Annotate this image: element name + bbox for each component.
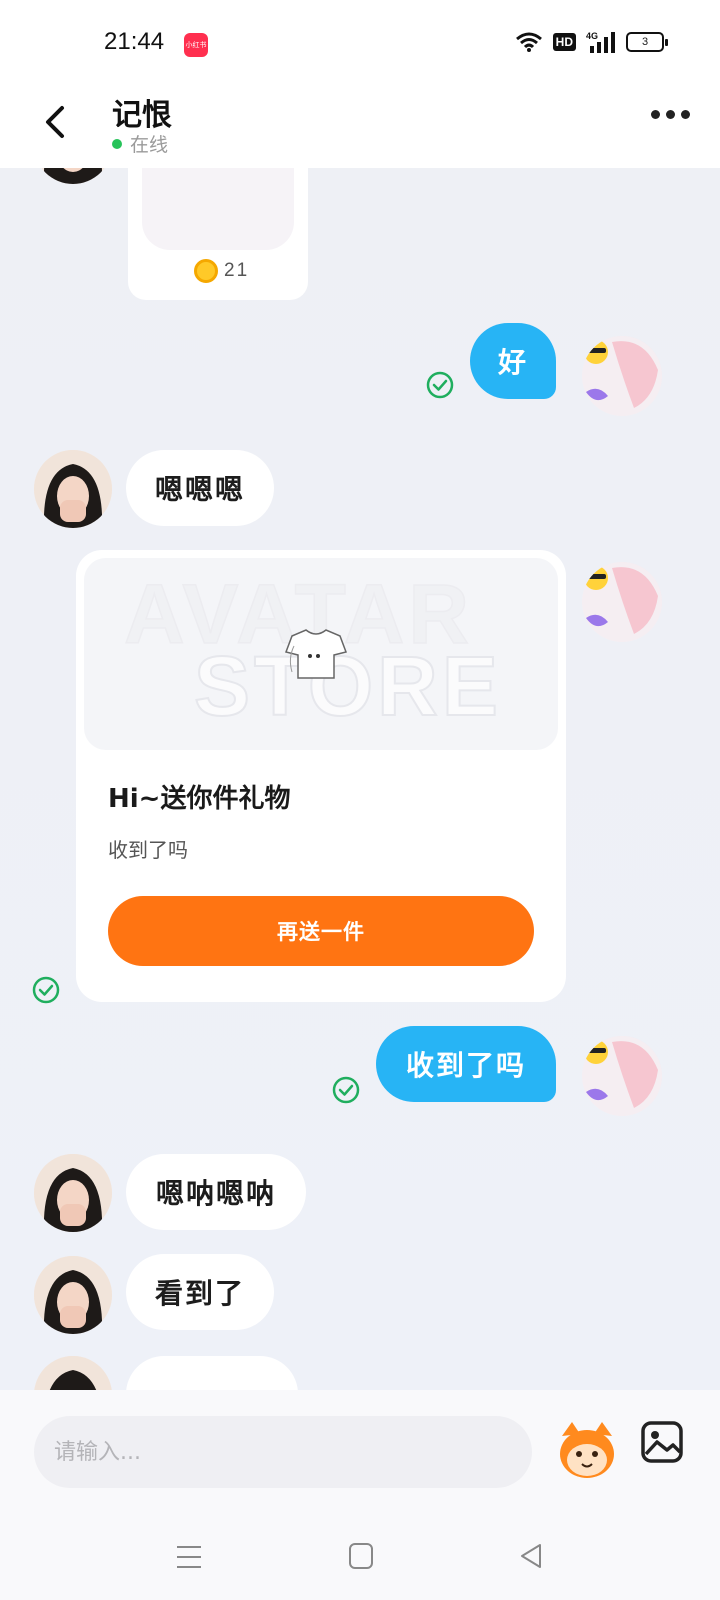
image-icon bbox=[641, 1421, 683, 1463]
friend-avatar[interactable] bbox=[34, 1356, 112, 1390]
send-another-gift-button[interactable]: 再送一件 bbox=[108, 896, 534, 966]
message-bubble-incoming[interactable] bbox=[126, 1356, 298, 1390]
friend-avatar[interactable] bbox=[34, 1256, 112, 1334]
friend-avatar[interactable] bbox=[34, 450, 112, 528]
tshirt-icon bbox=[285, 629, 347, 679]
message-bubble-outgoing[interactable]: 收到了吗 bbox=[376, 1026, 556, 1102]
message-input-bar bbox=[0, 1390, 720, 1520]
wifi-icon bbox=[515, 31, 543, 53]
status-indicators: HD 4G 3 bbox=[515, 30, 668, 54]
chat-header: 记恨 在线 bbox=[0, 88, 720, 168]
read-check-icon bbox=[332, 1076, 360, 1104]
nav-home-button[interactable] bbox=[348, 1542, 374, 1574]
signal-icon: 4G bbox=[586, 30, 616, 54]
message-bubble-incoming[interactable]: 看到了 bbox=[126, 1254, 274, 1330]
friend-avatar[interactable] bbox=[34, 168, 112, 184]
chat-title: 记恨 bbox=[112, 98, 172, 133]
chat-message-list[interactable]: 21 好 嗯嗯嗯 AVATAR STORE Hi~送你件礼物 收到了吗 再送一件… bbox=[0, 168, 720, 1390]
more-dot-icon bbox=[651, 110, 660, 119]
back-triangle-icon bbox=[521, 1544, 541, 1568]
more-options-button[interactable] bbox=[651, 110, 690, 119]
battery-icon: 3 bbox=[626, 32, 668, 52]
gift-title: Hi~送你件礼物 bbox=[108, 784, 291, 814]
status-time: 21:44 bbox=[104, 28, 165, 55]
hd-badge: HD bbox=[552, 33, 576, 51]
gift-banner: AVATAR STORE bbox=[84, 558, 558, 750]
gift-thumbnail bbox=[142, 168, 294, 250]
status-bar: 21:44 小红书 HD 4G 3 bbox=[0, 0, 720, 88]
coin-icon bbox=[194, 259, 218, 283]
coin-value: 21 bbox=[224, 260, 250, 281]
emoji-mascot-button[interactable] bbox=[554, 1418, 620, 1484]
online-status-text: 在线 bbox=[130, 134, 169, 156]
more-dot-icon bbox=[666, 110, 675, 119]
tshirt-icon bbox=[142, 168, 294, 250]
message-input[interactable] bbox=[34, 1416, 532, 1488]
gift-sticker-card[interactable]: 21 bbox=[128, 168, 308, 300]
menu-icon bbox=[177, 1546, 201, 1568]
read-check-icon bbox=[426, 371, 454, 399]
nav-back-button[interactable] bbox=[518, 1542, 544, 1574]
gift-subtitle: 收到了吗 bbox=[108, 838, 188, 862]
chevron-left-icon bbox=[46, 106, 64, 138]
svg-text:4G: 4G bbox=[586, 31, 598, 41]
mascot-icon bbox=[560, 1422, 614, 1478]
friend-avatar[interactable] bbox=[34, 1154, 112, 1232]
gift-message-card[interactable]: AVATAR STORE Hi~送你件礼物 收到了吗 再送一件 bbox=[76, 550, 566, 1002]
read-check-icon bbox=[32, 976, 60, 1004]
notification-app-icon: 小红书 bbox=[184, 33, 208, 57]
online-status: 在线 bbox=[112, 130, 168, 157]
back-button[interactable] bbox=[36, 102, 76, 142]
message-bubble-incoming[interactable]: 嗯呐嗯呐 bbox=[126, 1154, 306, 1230]
self-avatar[interactable] bbox=[582, 562, 662, 642]
system-nav-bar bbox=[0, 1520, 720, 1600]
home-square-icon bbox=[349, 1543, 373, 1569]
gift-price: 21 bbox=[194, 259, 249, 283]
nav-recents-button[interactable] bbox=[176, 1544, 202, 1574]
online-dot-icon bbox=[112, 138, 122, 149]
image-picker-button[interactable] bbox=[640, 1420, 684, 1464]
self-avatar[interactable] bbox=[582, 1036, 662, 1116]
message-bubble-outgoing[interactable]: 好 bbox=[470, 323, 556, 399]
more-dot-icon bbox=[681, 110, 690, 119]
message-bubble-incoming[interactable]: 嗯嗯嗯 bbox=[126, 450, 274, 526]
self-avatar[interactable] bbox=[582, 336, 662, 416]
